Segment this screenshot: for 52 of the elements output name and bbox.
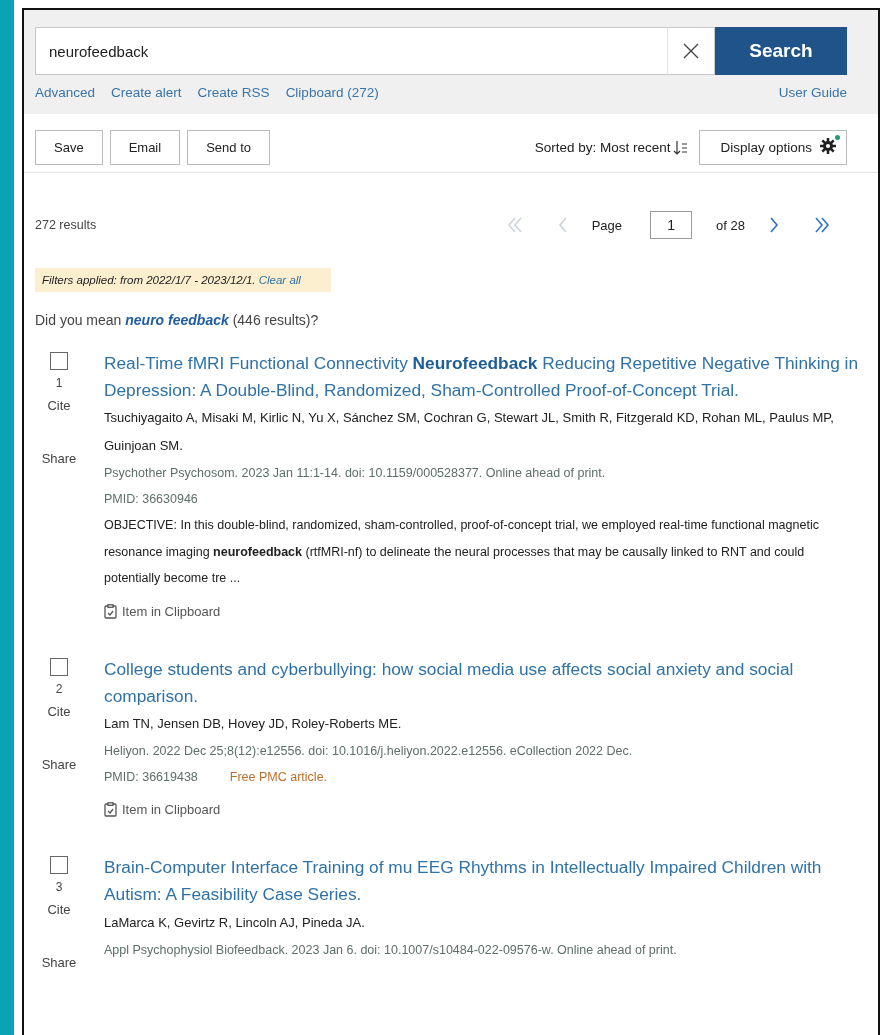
suggestion-link[interactable]: neuro feedback [125, 312, 229, 328]
search-link[interactable]: Create alert [111, 85, 182, 100]
display-options-button[interactable]: Display options [699, 130, 847, 165]
sort-icon[interactable] [673, 139, 689, 156]
citation-text: Appl Psychophysiol Biofeedback. 2023 Jan 6. doi: 10.1007/s10484-022-09576-w. Online ahead of print. [104, 941, 678, 959]
results-count: 272 results [35, 218, 97, 232]
page-label: of 28 [716, 217, 745, 233]
checkbox[interactable] [50, 856, 68, 875]
page-input[interactable]: 1 [650, 211, 693, 239]
authors-text: Tsuchiyagaito A, Misaki M, Kirlic N, Yu X, Sánchez SM, Cochran G, Stewart JL, Smith R, Fitzgerald KD, Rohan ML, Paulus MP, Guinjoan SM. [104, 409, 835, 456]
search-link[interactable]: Advanced [35, 85, 96, 100]
share-link[interactable]: Share [41, 955, 77, 971]
search-field[interactable]: neurofeedback [35, 27, 667, 75]
suggestion-count: (446 results)? [232, 312, 319, 328]
pmid-text: PMID: 36630946 [104, 491, 198, 509]
filters-notice: Filters applied: from 2022/1/7 - 2023/12/1. Clear all [35, 268, 331, 292]
action-button[interactable]: Send to [187, 130, 270, 165]
cite-link[interactable]: Cite [47, 902, 71, 918]
result-number: 3 [55, 880, 63, 895]
share-link[interactable]: Share [41, 756, 77, 772]
clipboard-icon [104, 802, 117, 818]
search-button[interactable]: Search [715, 27, 847, 75]
result-number: 2 [55, 681, 63, 696]
cite-link[interactable]: Cite [47, 398, 71, 413]
search-link[interactable]: Create RSS [197, 85, 270, 100]
result-title-link[interactable]: Brain-Computer Interface Training of mu EEG Rhythms in Intellectually Impaired Children with Autism: A Feasibility Case Series. [104, 854, 858, 908]
pmid-text: PMID: 36619438 [104, 769, 198, 787]
clipboard-icon [104, 603, 117, 619]
cite-link[interactable]: Cite [47, 703, 71, 719]
share-link[interactable]: Share [41, 451, 77, 466]
user-guide-link[interactable]: User Guide [778, 85, 847, 100]
result-title-link[interactable]: College students and cyberbullying: how social media use affects social anxiety and social comparison. [104, 655, 858, 710]
authors-text: LaMarca K, Gevirtz R, Lincoln AJ, Pineda JA. [104, 913, 366, 932]
clipboard-status: Item in Clipboard [122, 802, 221, 818]
sort-link[interactable]: Sorted by: Most recent [534, 140, 671, 155]
citation-text: Psychother Psychosom. 2023 Jan 11:1-14. doi: 10.1159/000528377. Online ahead of print. [104, 465, 607, 483]
authors-text: Lam TN, Jensen DB, Hovey JD, Roley-Roberts ME. [104, 715, 403, 734]
action-button[interactable]: Save [35, 130, 103, 165]
clipboard-status: Item in Clipboard [122, 603, 221, 619]
abstract-snippet: OBJECTIVE: In this double-blind, randomized, sham-controlled, proof-of-concept trial, we employed real-time functional magnetic resonance imaging neurofeedback (rtfMRI-nf) to delineate the neural processes that may be causally linked to RNT and could potentially become tre ... [104, 517, 820, 588]
close-icon[interactable] [683, 43, 699, 59]
free-article-link[interactable]: Free PMC article. [229, 764, 328, 791]
search-link[interactable]: Clipboard (272) [285, 85, 379, 100]
page-label: Page [591, 217, 623, 233]
result-number: 1 [55, 376, 63, 390]
citation-text: Heliyon. 2022 Dec 25;8(12):e12556. doi: 10.1016/j.heliyon.2022.e12556. eCollection 2022 Dec. [104, 743, 634, 761]
checkbox[interactable] [50, 657, 68, 676]
checkbox[interactable] [50, 352, 68, 370]
result-title-link[interactable]: Real-Time fMRI Functional Connectivity Neurofeedback Reducing Repetitive Negative Thinking in Depression: A Double-Blind, Randomized, Sham-Controlled Proof-of-Concept Trial. [104, 350, 858, 404]
suggestion-text: Did you mean [35, 312, 122, 328]
action-button[interactable]: Email [109, 130, 181, 165]
clear-all-link[interactable]: Clear all [258, 274, 301, 286]
